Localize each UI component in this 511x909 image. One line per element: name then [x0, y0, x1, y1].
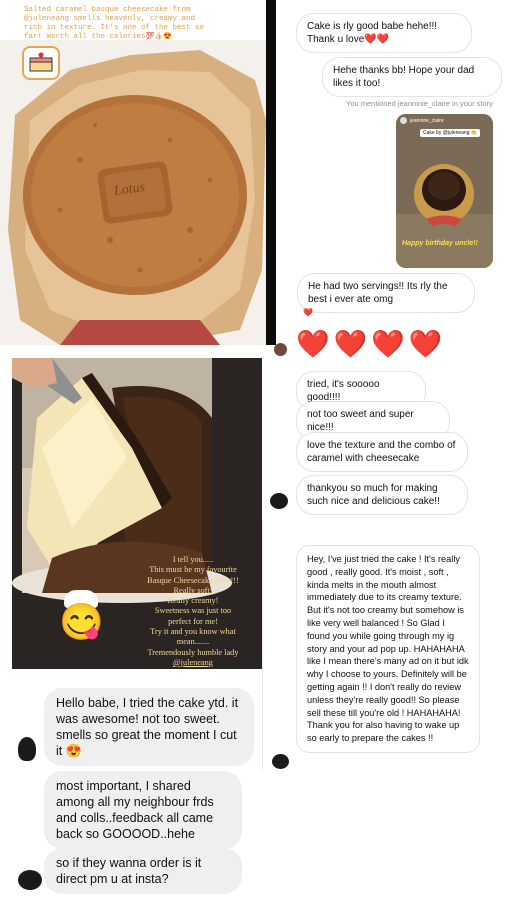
hundred-emoji: 💯 [145, 33, 155, 41]
chat-bubble-received: so if they wanna order is it direct pm u… [44, 848, 242, 894]
chat-bubble-received: He had two servings!! Its rly the best i… [297, 273, 475, 313]
chef-face: 😋 [59, 601, 104, 642]
review-line: Basque Cheesecake Ever!!! [147, 575, 239, 585]
avatar [400, 117, 407, 124]
message-text: tried, it's sooooo good!!!! [307, 379, 380, 403]
review-line: mean....... [176, 637, 210, 647]
chat-bubble-sent: Hehe thanks bb! Hope your dad likes it t… [322, 57, 502, 97]
review-line: Really creamy! [167, 596, 219, 606]
big-hearts-row: ❤️ ❤️ ❤️ ❤️ [296, 327, 443, 361]
story-review-text: I tell you..... This must be my favourit… [130, 555, 256, 668]
review-line: Really soft! [173, 585, 213, 595]
message-text: Hehe thanks bb! Hope your dad likes it t… [333, 65, 475, 89]
message-text: Hey, I've just tried the cake ! It's rea… [307, 554, 469, 744]
chat-bubble-received: Hello babe, I tried the cake ytd. it was… [44, 688, 254, 766]
mid-story-panel: I tell you..... This must be my favourit… [12, 358, 262, 669]
story-card-caption: Happy birthday uncle!! [402, 240, 478, 247]
cake-sticker-icon [22, 46, 60, 80]
story-caption: Salted caramel basque cheesecake from @j… [24, 6, 214, 42]
story-card-user: jeannine_claire [400, 117, 444, 124]
small-heart-emoji: ❤️ [303, 308, 313, 317]
caption-emojis: 👍🏻😍 [154, 33, 172, 41]
review-line: perfect for me! [168, 616, 218, 626]
big-heart-icon: ❤️ [296, 329, 330, 359]
chat-bubble-received: thankyou so much for making such nice an… [296, 475, 468, 515]
avatar [270, 493, 288, 509]
chat-bubble-long-review: Hey, I've just tried the cake ! It's rea… [296, 545, 480, 753]
top-story-panel: Lotus Salted caramel basque cheesecake f… [0, 0, 276, 345]
chat-bubble-received: love the texture and the combo of carame… [296, 432, 468, 472]
big-heart-icon: ❤️ [333, 329, 368, 359]
avatar [272, 754, 289, 769]
message-text: most important, I shared among all my ne… [56, 779, 214, 841]
heart-emojis: ❤️❤️ [364, 34, 390, 45]
review-line: @juleneang [173, 657, 213, 667]
cake-icon [29, 52, 53, 72]
message-text: Hello babe, I tried the cake ytd. it was… [56, 696, 239, 758]
message-text: so if they wanna order is it direct pm u… [56, 856, 202, 886]
mention-note: You mentioned jeanninie_claire in your s… [346, 99, 493, 108]
message-text: love the texture and the combo of carame… [307, 440, 456, 464]
big-heart-icon: ❤️ [408, 329, 443, 359]
review-line: I tell you..... [172, 555, 214, 564]
review-line: Sweetness was just too [154, 606, 232, 616]
review-line: Try it and you know what [150, 627, 236, 637]
message-text: not too sweet and super nice!!! [307, 409, 414, 433]
message-text: thankyou so much for making such nice an… [307, 483, 440, 507]
story-card-tag: Cake by @juleneang 👏 [420, 129, 481, 137]
message-text: He had two servings!! Its rly the best i… [308, 281, 448, 305]
chat-bubble-received: most important, I shared among all my ne… [44, 771, 242, 849]
chat-bubble-received: Cake is rly good babe hehe!!! Thank u lo… [296, 13, 472, 53]
divider-line [262, 520, 263, 770]
chef-emoji-icon: 😋 [56, 590, 110, 646]
review-line: This must be my favourite [149, 565, 237, 575]
avatar [18, 737, 36, 761]
story-caption-text: Salted caramel basque cheesecake from @j… [24, 6, 205, 41]
shared-story-card[interactable]: jeannine_claire Cake by @juleneang 👏 Hap… [396, 114, 493, 268]
big-heart-icon: ❤️ [371, 329, 405, 359]
avatar [18, 870, 42, 890]
heart-eyes-emoji: 😍 [65, 743, 82, 758]
avatar [274, 343, 287, 356]
story-card-username: jeannine_claire [410, 117, 444, 124]
story-right-edge [266, 0, 276, 345]
review-line: Tremendously humble lady [147, 647, 239, 657]
